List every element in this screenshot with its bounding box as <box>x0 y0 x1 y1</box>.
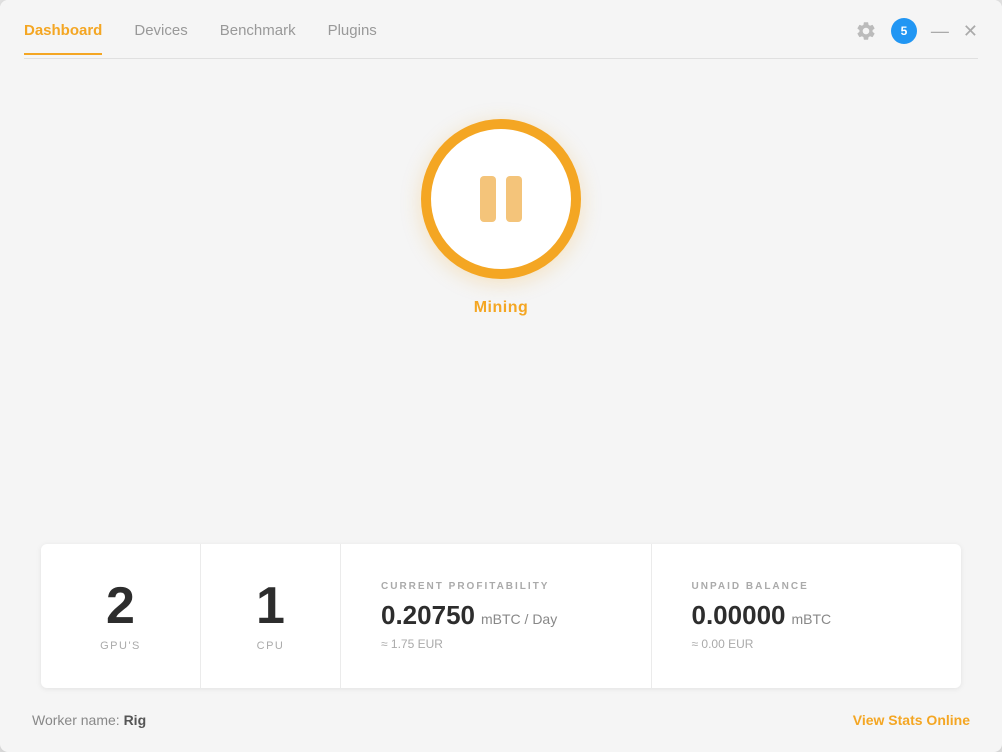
worker-name-display: Worker name: Rig <box>32 712 146 728</box>
window-controls: 5 — ✕ <box>855 18 978 58</box>
pause-bar-left <box>480 176 496 222</box>
tab-plugins[interactable]: Plugins <box>328 22 377 55</box>
cpu-label: CPU <box>257 640 285 652</box>
minimize-button[interactable]: — <box>931 22 949 40</box>
profitability-section-label: CURRENT PROFITABILITY <box>381 581 549 592</box>
main-window: Dashboard Devices Benchmark Plugins 5 — … <box>0 0 1002 752</box>
tab-dashboard[interactable]: Dashboard <box>24 22 102 55</box>
profitability-block: CURRENT PROFITABILITY 0.20750 mBTC / Day… <box>341 544 652 688</box>
mining-section: Mining <box>421 119 581 317</box>
settings-icon[interactable] <box>855 20 877 42</box>
balance-block: UNPAID BALANCE 0.00000 mBTC ≈ 0.00 EUR <box>652 544 962 688</box>
footer: Worker name: Rig View Stats Online <box>0 712 1002 752</box>
mining-toggle-button[interactable] <box>421 119 581 279</box>
gpu-label: GPU'S <box>100 640 141 652</box>
stats-panel: 2 GPU'S 1 CPU CURRENT PROFITABILITY 0.20… <box>41 544 961 688</box>
worker-label: Worker name: <box>32 712 120 728</box>
profitability-value-row: 0.20750 mBTC / Day <box>381 600 557 631</box>
nav-tabs: Dashboard Devices Benchmark Plugins <box>24 22 855 55</box>
gpu-stat-block: 2 GPU'S <box>41 544 201 688</box>
view-stats-link[interactable]: View Stats Online <box>853 712 970 728</box>
balance-fiat: ≈ 0.00 EUR <box>692 637 754 651</box>
profitability-fiat: ≈ 1.75 EUR <box>381 637 443 651</box>
navbar: Dashboard Devices Benchmark Plugins 5 — … <box>0 0 1002 58</box>
balance-value-row: 0.00000 mBTC <box>692 600 832 631</box>
profitability-unit: mBTC / Day <box>481 611 557 627</box>
mining-status-label: Mining <box>474 299 529 317</box>
cpu-count: 1 <box>256 580 285 632</box>
tab-devices[interactable]: Devices <box>134 22 187 55</box>
close-button[interactable]: ✕ <box>963 22 978 40</box>
worker-name-value: Rig <box>124 712 147 728</box>
pause-bar-right <box>506 176 522 222</box>
gpu-count: 2 <box>106 580 135 632</box>
pause-icon <box>480 176 522 222</box>
tab-benchmark[interactable]: Benchmark <box>220 22 296 55</box>
notification-badge[interactable]: 5 <box>891 18 917 44</box>
cpu-stat-block: 1 CPU <box>201 544 341 688</box>
balance-value: 0.00000 <box>692 600 786 631</box>
main-content: Mining 2 GPU'S 1 CPU CURRENT PROFITABILI… <box>0 59 1002 712</box>
balance-section-label: UNPAID BALANCE <box>692 581 809 592</box>
balance-unit: mBTC <box>791 611 831 627</box>
profitability-value: 0.20750 <box>381 600 475 631</box>
